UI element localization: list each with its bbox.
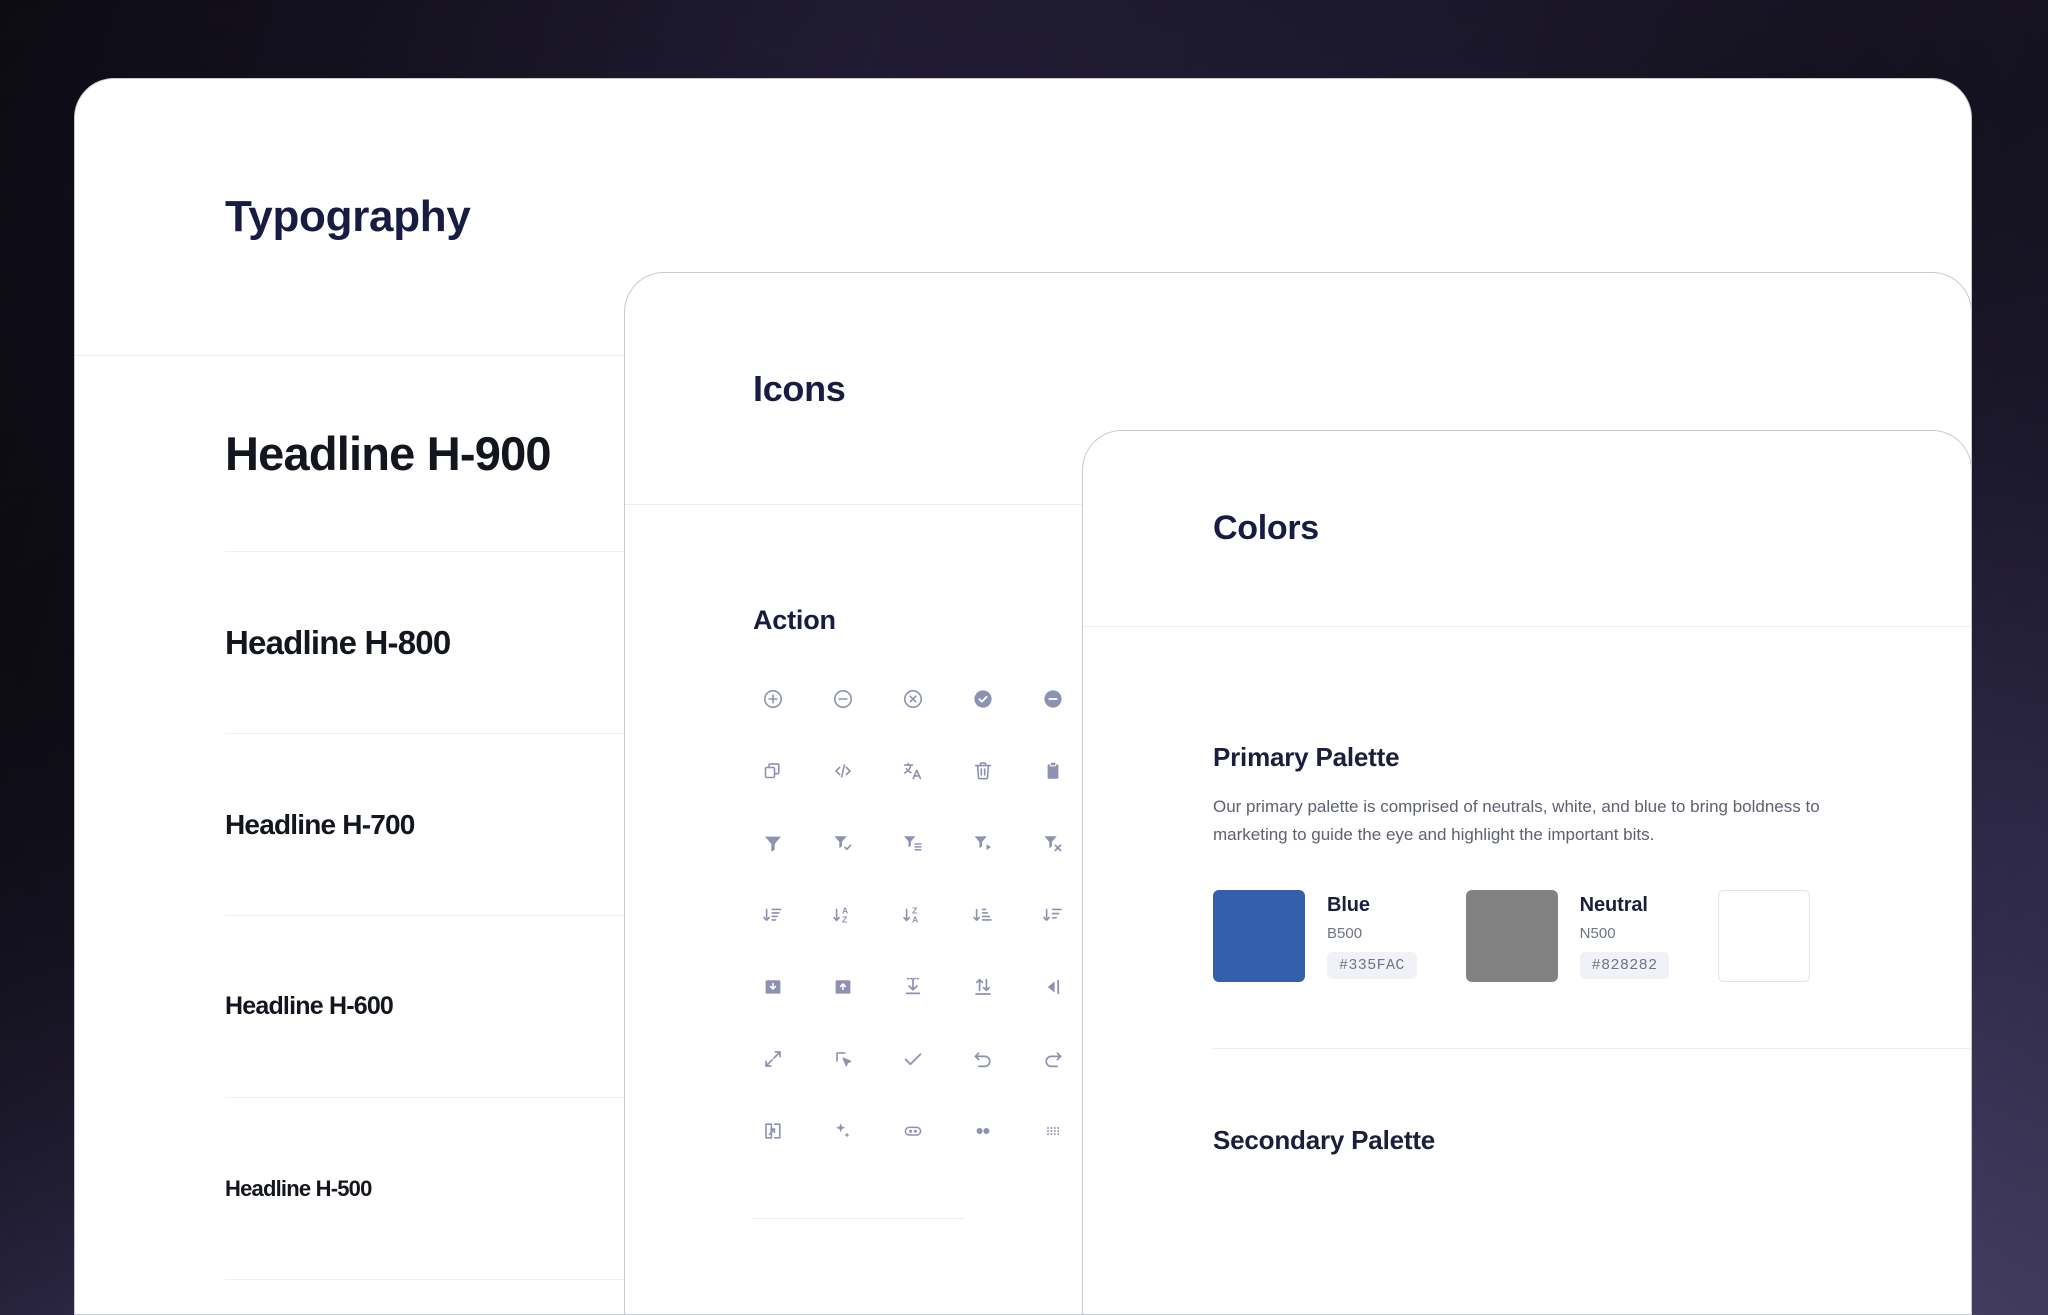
swatch-name: Neutral	[1579, 894, 1648, 917]
swatch-meta: Blue B500 #335FAC	[1327, 890, 1417, 982]
sort-a-z-icon[interactable]: AZ	[823, 896, 863, 934]
redo-icon[interactable]	[1033, 1040, 1073, 1078]
check-circle-filled-icon[interactable]	[963, 680, 1003, 718]
secondary-palette-title: Secondary Palette	[1213, 1125, 1436, 1156]
typography-row[interactable]: Headline H-800	[225, 552, 625, 734]
primary-swatch-row: Blue B500 #335FAC Neutral N500 #828282	[1213, 848, 1971, 983]
undo-icon[interactable]	[963, 1040, 1003, 1078]
check-icon[interactable]	[893, 1040, 933, 1078]
code-icon[interactable]	[823, 752, 863, 790]
swatch-token: N500	[1579, 925, 1616, 943]
colors-card: Colors Primary Palette Our primary palet…	[1082, 430, 1972, 1315]
typography-row-label: Headline H-500	[225, 1175, 372, 1201]
sort-icon[interactable]	[753, 896, 793, 934]
minus-circle-icon[interactable]	[823, 680, 863, 718]
filter-list-icon[interactable]	[893, 824, 933, 862]
grid-dots-icon[interactable]	[1033, 1112, 1073, 1150]
typography-row[interactable]: Headline H-600	[225, 916, 625, 1098]
svg-text:A: A	[912, 915, 918, 925]
swatch-hex[interactable]: #335FAC	[1327, 952, 1417, 980]
sort-descending-icon[interactable]	[1033, 896, 1073, 934]
translate-icon[interactable]	[893, 752, 933, 790]
share-external-icon[interactable]	[753, 1112, 793, 1150]
svg-text:Z: Z	[842, 915, 847, 925]
swatch-chip[interactable]	[1718, 890, 1811, 983]
swatch-meta: Neutral N500 #828282	[1579, 890, 1670, 982]
swatch-chip[interactable]	[1465, 890, 1558, 983]
copy-icon[interactable]	[753, 752, 793, 790]
color-swatch[interactable]: Neutral N500 #828282	[1465, 890, 1719, 983]
swatch-hex[interactable]: #828282	[1579, 952, 1670, 980]
typography-row[interactable]: Headline H-900	[225, 356, 625, 552]
close-circle-icon[interactable]	[893, 680, 933, 718]
icons-section-divider	[753, 1218, 965, 1219]
sort-ascending-icon[interactable]	[963, 896, 1003, 934]
typography-row-label: Headline H-900	[225, 427, 552, 480]
typography-row-label: Headline H-600	[225, 992, 394, 1020]
filter-play-icon[interactable]	[963, 824, 1003, 862]
sparkles-icon[interactable]	[823, 1112, 863, 1150]
icon-grid: AZ ZA	[753, 636, 1103, 1150]
archive-upload-icon[interactable]	[823, 968, 863, 1006]
color-swatch[interactable]	[1718, 890, 1971, 983]
typography-row-label: Headline H-800	[225, 623, 451, 661]
typography-row[interactable]: Headline H-500	[225, 1098, 625, 1280]
filter-check-icon[interactable]	[823, 824, 863, 862]
expand-icon[interactable]	[753, 1040, 793, 1078]
minus-circle-filled-icon[interactable]	[1033, 680, 1073, 718]
colors-body: Primary Palette Our primary palette is c…	[1083, 627, 1971, 1156]
import-export-icon[interactable]	[963, 968, 1003, 1006]
select-cursor-icon[interactable]	[823, 1040, 863, 1078]
archive-download-icon[interactable]	[753, 968, 793, 1006]
primary-palette-description: Our primary palette is comprised of neut…	[1213, 797, 1820, 844]
clipboard-icon[interactable]	[1033, 752, 1073, 790]
more-dots-icon[interactable]	[963, 1112, 1003, 1150]
trash-icon[interactable]	[963, 752, 1003, 790]
typography-title: Typography	[225, 192, 471, 241]
swatch-chip[interactable]	[1213, 890, 1305, 983]
primary-palette-title: Primary Palette	[1213, 742, 1400, 772]
plus-circle-icon[interactable]	[753, 680, 793, 718]
sort-z-a-icon[interactable]: ZA	[893, 896, 933, 934]
colors-card-header: Colors	[1083, 431, 1971, 627]
swatch-token: B500	[1327, 925, 1363, 943]
typography-row-label: Headline H-700	[225, 808, 415, 840]
filter-remove-icon[interactable]	[1033, 824, 1073, 862]
toggle-icon[interactable]	[893, 1112, 933, 1150]
icons-title: Icons	[753, 367, 846, 409]
colors-title: Colors	[1213, 509, 1319, 547]
swatch-name: Blue	[1327, 894, 1370, 917]
typography-row[interactable]: Headline H-700	[225, 734, 625, 916]
collapse-left-icon[interactable]	[1033, 968, 1073, 1006]
download-icon[interactable]	[893, 968, 933, 1006]
color-swatch[interactable]: Blue B500 #335FAC	[1213, 890, 1466, 983]
filter-icon[interactable]	[753, 824, 793, 862]
